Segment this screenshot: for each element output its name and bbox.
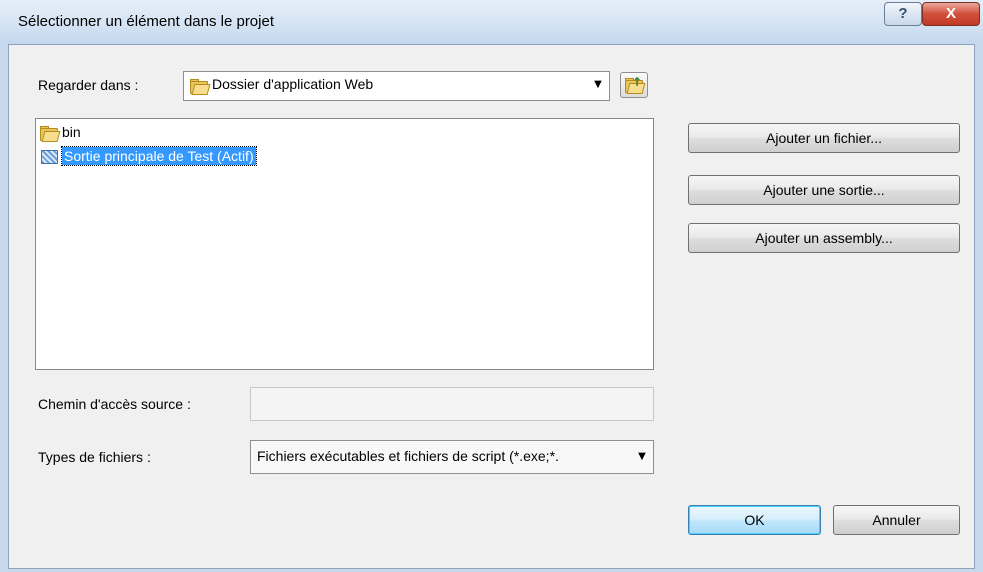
chevron-down-icon: ▼ bbox=[638, 451, 646, 462]
window-title: Sélectionner un élément dans le projet bbox=[18, 13, 274, 30]
close-icon: X bbox=[945, 5, 956, 22]
help-icon: ? bbox=[898, 5, 908, 22]
help-button[interactable]: ? bbox=[884, 2, 922, 26]
up-one-level-button[interactable]: ↑ bbox=[620, 72, 648, 98]
look-in-label: Regarder dans : bbox=[38, 77, 139, 93]
list-item-label: Sortie principale de Test (Actif) bbox=[61, 146, 257, 166]
list-item[interactable]: bin bbox=[40, 122, 81, 143]
cancel-button[interactable]: Annuler bbox=[833, 505, 960, 535]
chevron-down-icon: ▼ bbox=[594, 79, 602, 90]
source-path-field bbox=[250, 387, 654, 421]
file-types-dropdown[interactable]: Fichiers exécutables et fichiers de scri… bbox=[250, 440, 654, 474]
add-assembly-button[interactable]: Ajouter un assembly... bbox=[688, 223, 960, 253]
file-types-label: Types de fichiers : bbox=[38, 449, 151, 465]
add-file-button[interactable]: Ajouter un fichier... bbox=[688, 123, 960, 153]
up-arrow-icon: ↑ bbox=[632, 75, 643, 89]
file-types-value: Fichiers exécutables et fichiers de scri… bbox=[257, 448, 559, 464]
add-output-button[interactable]: Ajouter une sortie... bbox=[688, 175, 960, 205]
list-item[interactable]: Sortie principale de Test (Actif) bbox=[40, 146, 257, 166]
project-items-list[interactable]: bin Sortie principale de Test (Actif) bbox=[35, 118, 654, 370]
folder-icon bbox=[190, 79, 211, 95]
look-in-dropdown[interactable]: Dossier d'application Web ▼ bbox=[183, 71, 610, 101]
list-item-label: bin bbox=[62, 124, 81, 140]
source-path-label: Chemin d'accès source : bbox=[38, 396, 191, 412]
close-button[interactable]: X bbox=[922, 2, 980, 26]
ok-button[interactable]: OK bbox=[688, 505, 821, 535]
folder-icon bbox=[40, 125, 61, 143]
look-in-value: Dossier d'application Web bbox=[212, 76, 374, 92]
project-output-icon bbox=[40, 149, 60, 165]
